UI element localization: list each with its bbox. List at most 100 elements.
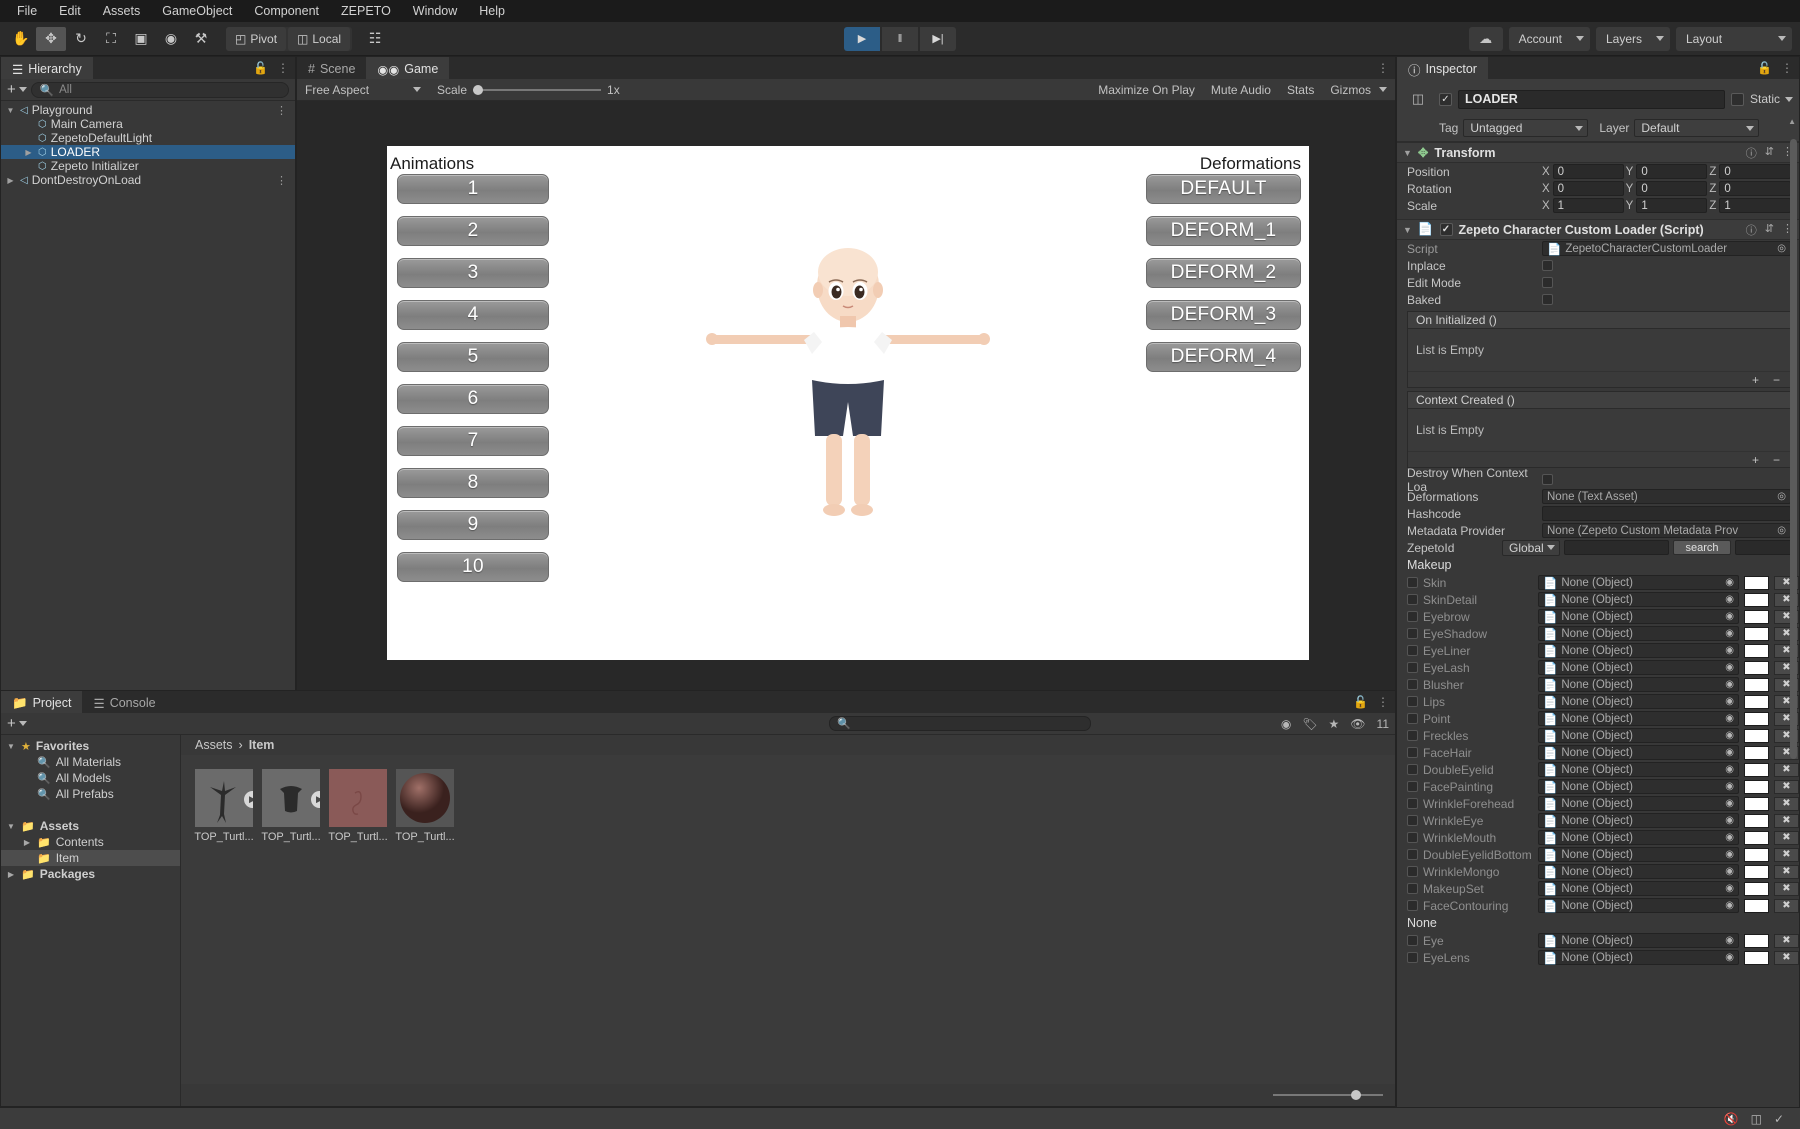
menu-item-window[interactable]: Window <box>402 0 468 22</box>
menu-item-file[interactable]: File <box>6 0 48 22</box>
deformations-object-field[interactable]: None (Text Asset) ◎ <box>1542 489 1791 504</box>
checkbox-wrinklemongo[interactable] <box>1407 866 1418 877</box>
metadata-object-field[interactable]: None (Zepeto Custom Metadata Prov ◎ <box>1542 523 1791 538</box>
color-swatch[interactable] <box>1744 813 1769 828</box>
checkbox-facehair[interactable] <box>1407 747 1418 758</box>
filter-by-label-icon[interactable]: 🏷 <box>1302 717 1317 731</box>
gameobject-active-checkbox[interactable]: ✓ <box>1439 92 1452 106</box>
project-tree-item-contents[interactable]: ▶ 📁 Contents <box>1 834 180 850</box>
foldout-icon[interactable]: ▼ <box>1403 225 1412 235</box>
status-ok-icon[interactable]: ✓ <box>1774 1112 1784 1126</box>
tag-dropdown[interactable]: Untagged <box>1463 119 1589 137</box>
object-picker-icon[interactable]: ◉ <box>1725 696 1734 707</box>
deform-button-default[interactable]: DEFAULT <box>1146 174 1301 204</box>
makeup-object-field[interactable]: 📄 None (Object) ◉ <box>1538 830 1739 845</box>
checkbox-doubleeyelidbottom[interactable] <box>1407 849 1418 860</box>
tab-hierarchy[interactable]: ☰ Hierarchy <box>1 57 93 79</box>
checkbox-eyelens[interactable] <box>1407 952 1418 963</box>
hierarchy-item-zepeto-initializer[interactable]: ⬡ Zepeto Initializer <box>1 159 295 173</box>
gizmos-dropdown[interactable]: Gizmos <box>1322 79 1379 101</box>
cloud-icon[interactable]: ☁ <box>1468 26 1503 51</box>
help-icon[interactable]: ⓘ <box>1746 222 1757 238</box>
color-swatch[interactable] <box>1744 864 1769 879</box>
foldout-icon[interactable]: ▶ <box>22 838 32 847</box>
makeup-object-field[interactable]: 📄 None (Object) ◉ <box>1538 779 1739 794</box>
checkbox-eyebrow[interactable] <box>1407 611 1418 622</box>
makeup-object-field[interactable]: 📄 None (Object) ◉ <box>1538 660 1739 675</box>
hand-tool-icon[interactable]: ✋ <box>6 27 36 51</box>
color-swatch[interactable] <box>1744 609 1769 624</box>
object-picker-icon[interactable]: ◎ <box>1777 243 1786 254</box>
deform-button-deform_2[interactable]: DEFORM_2 <box>1146 258 1301 288</box>
menu-item-assets[interactable]: Assets <box>92 0 152 22</box>
mute-audio-toggle[interactable]: Mute Audio <box>1203 79 1279 101</box>
tab-project[interactable]: 📁 Project <box>1 691 83 713</box>
color-swatch[interactable] <box>1744 830 1769 845</box>
local-toggle[interactable]: ◫ Local <box>288 26 351 51</box>
destroy-checkbox[interactable] <box>1542 474 1553 485</box>
add-event-button[interactable]: + <box>1752 453 1759 467</box>
checkbox-inplace[interactable] <box>1542 260 1553 271</box>
foldout-icon[interactable]: ▼ <box>5 106 16 115</box>
rect-tool-icon[interactable]: ▣ <box>126 27 156 51</box>
asset-zoom-slider[interactable] <box>1273 1089 1383 1101</box>
object-picker-icon[interactable]: ◉ <box>1725 883 1734 894</box>
maximize-on-play-toggle[interactable]: Maximize On Play <box>1090 79 1203 101</box>
checkbox-skindetail[interactable] <box>1407 594 1418 605</box>
makeup-object-field[interactable]: 📄 None (Object) ◉ <box>1538 728 1739 743</box>
transform-input-scale-z[interactable]: 1 <box>1719 198 1792 213</box>
scale-slider[interactable] <box>473 84 602 96</box>
color-swatch[interactable] <box>1744 796 1769 811</box>
object-picker-icon[interactable]: ◉ <box>1725 798 1734 809</box>
makeup-object-field[interactable]: 📄 None (Object) ◉ <box>1538 881 1739 896</box>
script-component-header[interactable]: ▼ 📄 ✓ Zepeto Character Custom Loader (Sc… <box>1397 219 1799 240</box>
checkbox-baked[interactable] <box>1542 294 1553 305</box>
color-swatch[interactable] <box>1744 728 1769 743</box>
grid-snap-icon[interactable]: ☷ <box>360 27 390 51</box>
project-add-button[interactable]: + <box>7 715 27 732</box>
project-tree-item-all-materials[interactable]: 🔍 All Materials <box>1 754 180 770</box>
color-swatch[interactable] <box>1744 745 1769 760</box>
animation-button-6[interactable]: 6 <box>397 384 549 414</box>
object-picker-icon[interactable]: ◉ <box>1725 866 1734 877</box>
project-tree-item-packages[interactable]: ▶ 📁 Packages <box>1 866 180 882</box>
object-picker-icon[interactable]: ◉ <box>1725 935 1734 946</box>
checkbox-point[interactable] <box>1407 713 1418 724</box>
animation-button-1[interactable]: 1 <box>397 174 549 204</box>
asset-thumbnail[interactable] <box>396 769 454 827</box>
layout-dropdown[interactable]: Layout <box>1676 26 1792 51</box>
panel-menu-icon[interactable]: ⋮ <box>1377 61 1389 75</box>
object-picker-icon[interactable]: ◉ <box>1725 577 1734 588</box>
checkbox-facecontouring[interactable] <box>1407 900 1418 911</box>
transform-input-position-x[interactable]: 0 <box>1552 164 1624 179</box>
deform-button-deform_3[interactable]: DEFORM_3 <box>1146 300 1301 330</box>
checkbox-lips[interactable] <box>1407 696 1418 707</box>
layers-dropdown[interactable]: Layers <box>1595 26 1670 51</box>
transform-input-rotation-z[interactable]: 0 <box>1719 181 1792 196</box>
checkbox-eye[interactable] <box>1407 935 1418 946</box>
object-picker-icon[interactable]: ◎ <box>1777 491 1786 502</box>
checkbox-doubleeyelid[interactable] <box>1407 764 1418 775</box>
object-picker-icon[interactable]: ◉ <box>1725 594 1734 605</box>
help-icon[interactable]: ⓘ <box>1746 145 1757 161</box>
hierarchy-item-dontdestroyonload[interactable]: ▶ ◁ DontDestroyOnLoad ⋮ <box>1 173 295 187</box>
color-swatch[interactable] <box>1744 677 1769 692</box>
color-swatch[interactable] <box>1744 660 1769 675</box>
foldout-icon[interactable]: ▼ <box>1403 148 1412 158</box>
checkbox-freckles[interactable] <box>1407 730 1418 741</box>
checkbox-makeupset[interactable] <box>1407 883 1418 894</box>
color-swatch[interactable] <box>1744 881 1769 896</box>
color-swatch[interactable] <box>1744 694 1769 709</box>
tab-game[interactable]: ◉◉ Game <box>366 57 450 79</box>
none-object-field[interactable]: 📄 None (Object) ◉ <box>1538 950 1739 965</box>
asset-item[interactable]: TOP_Turtl... <box>395 769 455 843</box>
checkbox-skin[interactable] <box>1407 577 1418 588</box>
custom-tool-icon[interactable]: ⚒ <box>186 27 216 51</box>
transform-input-scale-x[interactable]: 1 <box>1552 198 1624 213</box>
hierarchy-row-menu-icon[interactable]: ⋮ <box>276 104 295 117</box>
foldout-icon[interactable]: ▶ <box>6 870 16 879</box>
deform-button-deform_1[interactable]: DEFORM_1 <box>1146 216 1301 246</box>
animation-button-5[interactable]: 5 <box>397 342 549 372</box>
object-picker-icon[interactable]: ◉ <box>1725 781 1734 792</box>
breadcrumb-assets[interactable]: Assets <box>195 738 233 752</box>
